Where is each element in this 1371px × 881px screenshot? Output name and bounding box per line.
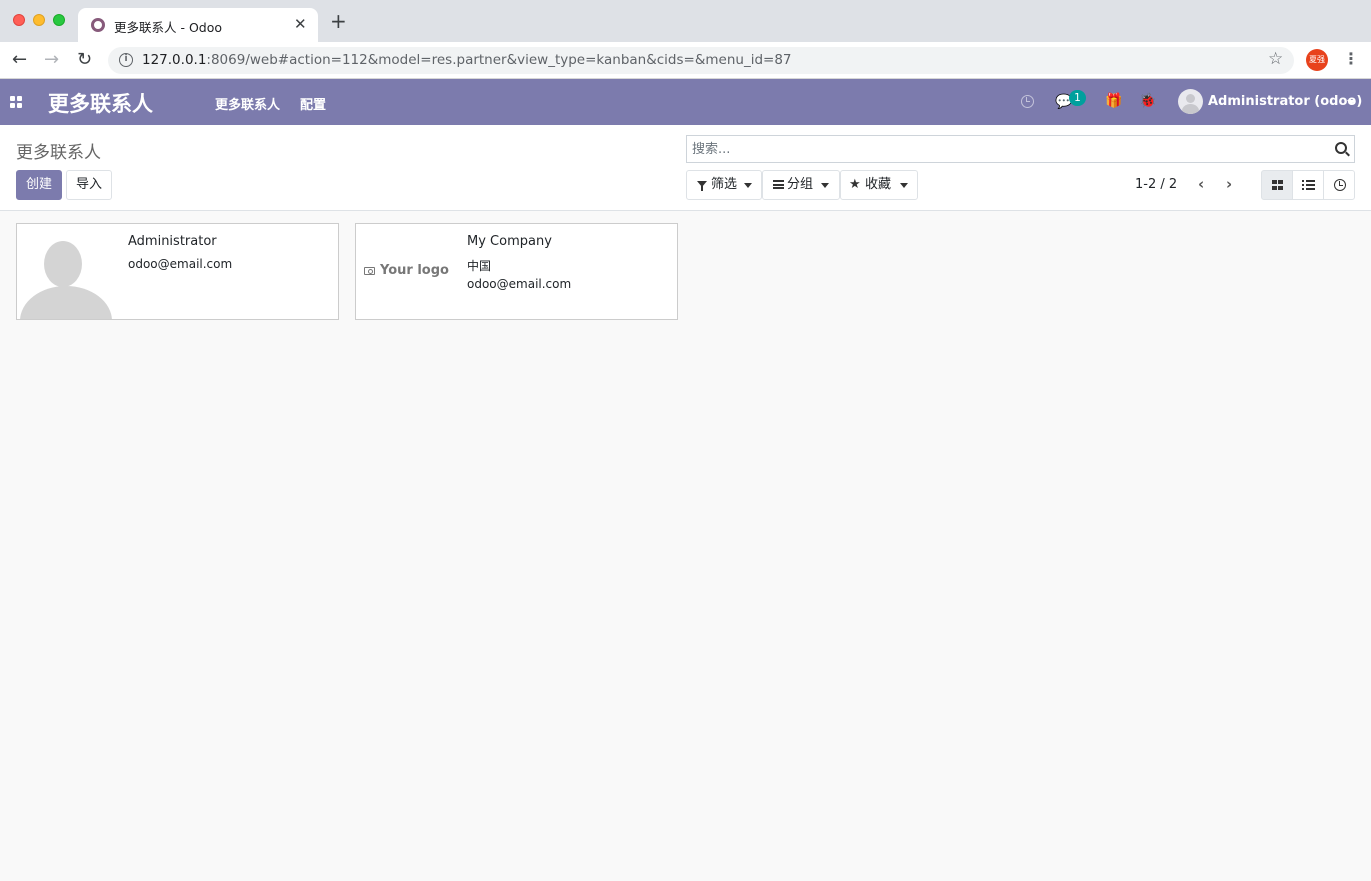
tab-close-icon[interactable]: ✕ bbox=[294, 14, 307, 34]
placeholder-avatar-icon bbox=[17, 224, 113, 319]
url-path: :8069/web#action=112&model=res.partner&v… bbox=[206, 52, 792, 68]
favorites-label: 收藏 bbox=[865, 177, 892, 192]
window-maximize-button[interactable] bbox=[53, 14, 65, 26]
gift-icon[interactable]: 🎁 bbox=[1105, 93, 1122, 109]
odoo-favicon-icon bbox=[91, 18, 105, 32]
card-name: My Company bbox=[467, 234, 552, 249]
tab-title: 更多联系人 - Odoo bbox=[114, 20, 223, 35]
caret-down-icon bbox=[821, 183, 829, 188]
browser-menu-icon[interactable]: ⋮ bbox=[1343, 48, 1359, 70]
back-arrow-icon[interactable]: ← bbox=[12, 49, 27, 71]
breadcrumb: 更多联系人 bbox=[16, 143, 101, 163]
list-view-button[interactable] bbox=[1292, 170, 1324, 200]
import-button[interactable]: 导入 bbox=[66, 170, 112, 200]
activity-view-button[interactable] bbox=[1323, 170, 1355, 200]
app-brand[interactable]: 更多联系人 bbox=[48, 88, 153, 118]
apps-menu-icon[interactable] bbox=[10, 96, 22, 108]
company-logo: Your logo bbox=[362, 262, 452, 282]
group-by-dropdown-button[interactable]: 分组 bbox=[762, 170, 840, 200]
favorite-star-icon: ★ bbox=[849, 177, 861, 192]
activity-clock-icon[interactable] bbox=[1021, 95, 1034, 108]
filter-funnel-icon bbox=[697, 181, 707, 191]
user-menu-name[interactable]: Administrator (odoo) bbox=[1208, 94, 1362, 109]
create-button[interactable]: 创建 bbox=[16, 170, 62, 200]
favorites-dropdown-button[interactable]: ★ 收藏 bbox=[840, 170, 918, 200]
kanban-card[interactable]: Administrator odoo@email.com bbox=[16, 223, 339, 320]
kanban-view-button[interactable] bbox=[1261, 170, 1293, 200]
kanban-grid-icon bbox=[1272, 180, 1283, 190]
pager-next-icon[interactable]: › bbox=[1226, 175, 1232, 193]
list-icon bbox=[1302, 180, 1315, 190]
search-icon[interactable] bbox=[1335, 142, 1347, 154]
address-bar[interactable]: i 127.0.0.1:8069/web#action=112&model=re… bbox=[108, 47, 1294, 74]
search-input[interactable] bbox=[692, 136, 1322, 162]
kanban-card[interactable]: Your logo My Company 中国 odoo@email.com bbox=[355, 223, 678, 320]
new-tab-icon[interactable]: + bbox=[330, 11, 347, 31]
pager-value[interactable]: 1-2 / 2 bbox=[1135, 177, 1177, 192]
activity-clock-icon bbox=[1334, 179, 1346, 191]
card-email: odoo@email.com bbox=[467, 277, 572, 291]
group-bars-icon bbox=[773, 180, 784, 189]
logo-text: Your logo bbox=[380, 263, 449, 278]
card-email: odoo@email.com bbox=[128, 257, 233, 271]
site-info-icon[interactable]: i bbox=[119, 53, 133, 67]
window-close-button[interactable] bbox=[13, 14, 25, 26]
browser-tab[interactable]: 更多联系人 - Odoo ✕ bbox=[78, 8, 318, 42]
filter-dropdown-button[interactable]: 筛选 bbox=[686, 170, 762, 200]
menu-item-configuration[interactable]: 配置 bbox=[300, 94, 326, 113]
menu-item-contacts[interactable]: 更多联系人 bbox=[215, 94, 280, 113]
reload-icon[interactable]: ↻ bbox=[77, 49, 92, 71]
caret-down-icon bbox=[900, 183, 908, 188]
browser-profile-avatar[interactable]: 夏强 bbox=[1306, 49, 1328, 71]
browser-toolbar: ← → ↻ i 127.0.0.1:8069/web#action=112&mo… bbox=[0, 42, 1371, 79]
window-minimize-button[interactable] bbox=[33, 14, 45, 26]
browser-tab-bar: 更多联系人 - Odoo ✕ + bbox=[0, 0, 1371, 42]
filter-label: 筛选 bbox=[711, 177, 738, 192]
caret-down-icon bbox=[744, 183, 752, 188]
camera-icon bbox=[364, 267, 375, 275]
odoo-main-navbar: 更多联系人 更多联系人 配置 💬 1 🎁 🐞 Administrator (od… bbox=[0, 79, 1371, 125]
user-menu-caret-icon[interactable] bbox=[1347, 100, 1355, 105]
card-country: 中国 bbox=[467, 259, 492, 273]
pager-previous-icon[interactable]: ‹ bbox=[1198, 175, 1204, 193]
card-name: Administrator bbox=[128, 234, 217, 249]
bookmark-star-icon[interactable]: ☆ bbox=[1268, 49, 1283, 69]
url-host: 127.0.0.1 bbox=[142, 52, 207, 68]
user-avatar[interactable] bbox=[1178, 89, 1203, 114]
search-bar bbox=[686, 135, 1355, 163]
group-label: 分组 bbox=[787, 177, 814, 192]
message-count-badge: 1 bbox=[1069, 90, 1086, 106]
url-text[interactable]: 127.0.0.1:8069/web#action=112&model=res.… bbox=[142, 52, 792, 68]
forward-arrow-icon[interactable]: → bbox=[44, 49, 59, 71]
debug-bug-icon[interactable]: 🐞 bbox=[1139, 93, 1156, 109]
control-panel: 更多联系人 创建 导入 筛选 分组 ★ 收藏 1-2 / 2 ‹ › bbox=[0, 125, 1371, 211]
